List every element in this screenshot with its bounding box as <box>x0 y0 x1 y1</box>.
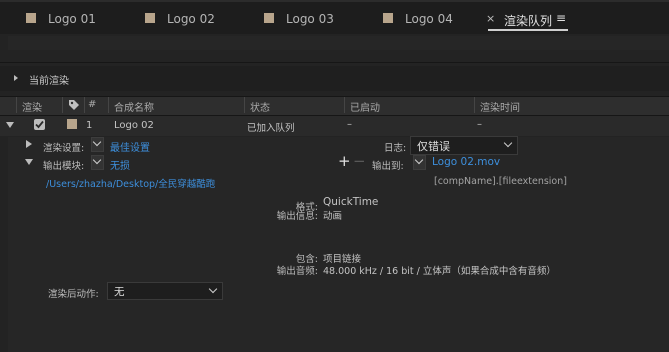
tab-label: Logo 02 <box>167 12 215 26</box>
tab-logo-03[interactable]: Logo 03 <box>264 8 354 30</box>
chevron-down-icon <box>208 284 218 294</box>
composition-tab-bar: Logo 01 Logo 02 Logo 03 Logo 04 × 渲染队列 ≡ <box>0 0 669 34</box>
label-color-swatch <box>264 13 274 23</box>
close-tab-icon[interactable]: × <box>486 12 495 25</box>
log-label: 日志: <box>384 143 407 154</box>
render-checkbox[interactable] <box>34 119 45 130</box>
tab-logo-01[interactable]: Logo 01 <box>26 8 116 30</box>
column-divider <box>474 97 475 113</box>
output-module-dropdown[interactable] <box>91 155 104 170</box>
remove-output-module-button[interactable]: − <box>353 152 366 170</box>
render-settings-label: 渲染设置: <box>43 143 85 154</box>
label-color-swatch <box>26 13 36 23</box>
output-info-value: 动画 <box>323 211 343 222</box>
format-value: QuickTime <box>323 196 379 208</box>
output-module-value[interactable]: 无损 <box>110 157 130 172</box>
queue-column-header: 渲染 # 合成名称 状态 已启动 渲染时间 <box>0 96 669 116</box>
label-color-swatch[interactable] <box>67 119 77 129</box>
column-divider <box>62 97 63 113</box>
column-divider <box>84 97 85 113</box>
item-number: 1 <box>86 120 93 131</box>
output-audio-value: 48.000 kHz / 16 bit / 立体声（如果合成中含有音频） <box>323 266 556 277</box>
log-value: 仅错误 <box>417 140 450 153</box>
chevron-down-icon <box>92 155 102 165</box>
column-started[interactable]: 已启动 <box>350 99 380 114</box>
output-to-dropdown[interactable] <box>413 155 426 170</box>
label-color-swatch <box>145 13 155 23</box>
column-status[interactable]: 状态 <box>250 99 270 114</box>
item-render-time: – <box>477 119 482 130</box>
queue-item-row[interactable]: 1 Logo 02 已加入队列 – – <box>0 116 669 136</box>
column-render-time[interactable]: 渲染时间 <box>480 99 520 114</box>
output-to-label: 输出到: <box>372 161 404 172</box>
expand-item-icon[interactable] <box>6 122 14 128</box>
post-render-label: 渲染后动作: <box>48 289 99 300</box>
current-render-label: 当前渲染 <box>29 76 69 87</box>
expand-chevron-icon[interactable] <box>14 75 18 81</box>
tab-logo-04[interactable]: Logo 04 <box>383 8 473 30</box>
chevron-down-icon <box>503 138 513 148</box>
render-settings-value[interactable]: 最佳设置 <box>110 139 150 154</box>
output-info-label: 输出信息: <box>276 211 318 222</box>
output-file-link[interactable]: Logo 02.mov <box>432 156 500 168</box>
add-output-module-button[interactable]: + <box>338 152 351 170</box>
render-settings-dropdown[interactable] <box>91 137 104 152</box>
tab-label: Logo 01 <box>48 12 96 26</box>
output-path[interactable]: /Users/zhazha/Desktop/全民穿越酷跑 <box>46 176 215 190</box>
column-number[interactable]: # <box>88 99 96 110</box>
chevron-down-icon <box>414 155 424 165</box>
tab-label: Logo 04 <box>405 12 453 26</box>
post-render-select[interactable]: 无 <box>107 282 223 300</box>
tab-logo-02[interactable]: Logo 02 <box>145 8 235 30</box>
panel-menu-icon[interactable]: ≡ <box>556 11 566 25</box>
column-divider <box>344 97 345 113</box>
column-divider <box>16 97 17 113</box>
expand-render-settings-icon[interactable] <box>26 140 32 148</box>
output-audio-label: 输出音频: <box>276 266 318 277</box>
collapse-output-module-icon[interactable] <box>25 159 33 165</box>
tab-render-queue[interactable]: × 渲染队列 ≡ <box>484 8 584 30</box>
tab-bar-top-border <box>0 0 669 2</box>
label-color-swatch <box>383 13 393 23</box>
current-render-section[interactable]: 当前渲染 <box>0 66 669 91</box>
tab-label: Logo 03 <box>286 12 334 26</box>
label-tag-icon[interactable] <box>68 99 80 114</box>
filename-template: [compName].[fileextension] <box>434 176 567 187</box>
column-divider <box>244 97 245 113</box>
render-controls-strip <box>8 36 669 50</box>
item-comp-name: Logo 02 <box>114 120 154 131</box>
active-tab-underline <box>488 29 568 31</box>
column-comp-name[interactable]: 合成名称 <box>114 99 154 114</box>
log-select[interactable]: 仅错误 <box>410 136 518 155</box>
chevron-down-icon <box>92 137 102 147</box>
item-started: – <box>347 119 352 130</box>
column-render[interactable]: 渲染 <box>22 99 42 114</box>
output-module-label: 输出模块: <box>43 161 85 172</box>
tab-label: 渲染队列 <box>504 14 553 28</box>
post-render-value: 无 <box>114 286 125 298</box>
item-status: 已加入队列 <box>247 123 295 134</box>
column-divider <box>108 97 109 113</box>
divider <box>0 62 669 63</box>
